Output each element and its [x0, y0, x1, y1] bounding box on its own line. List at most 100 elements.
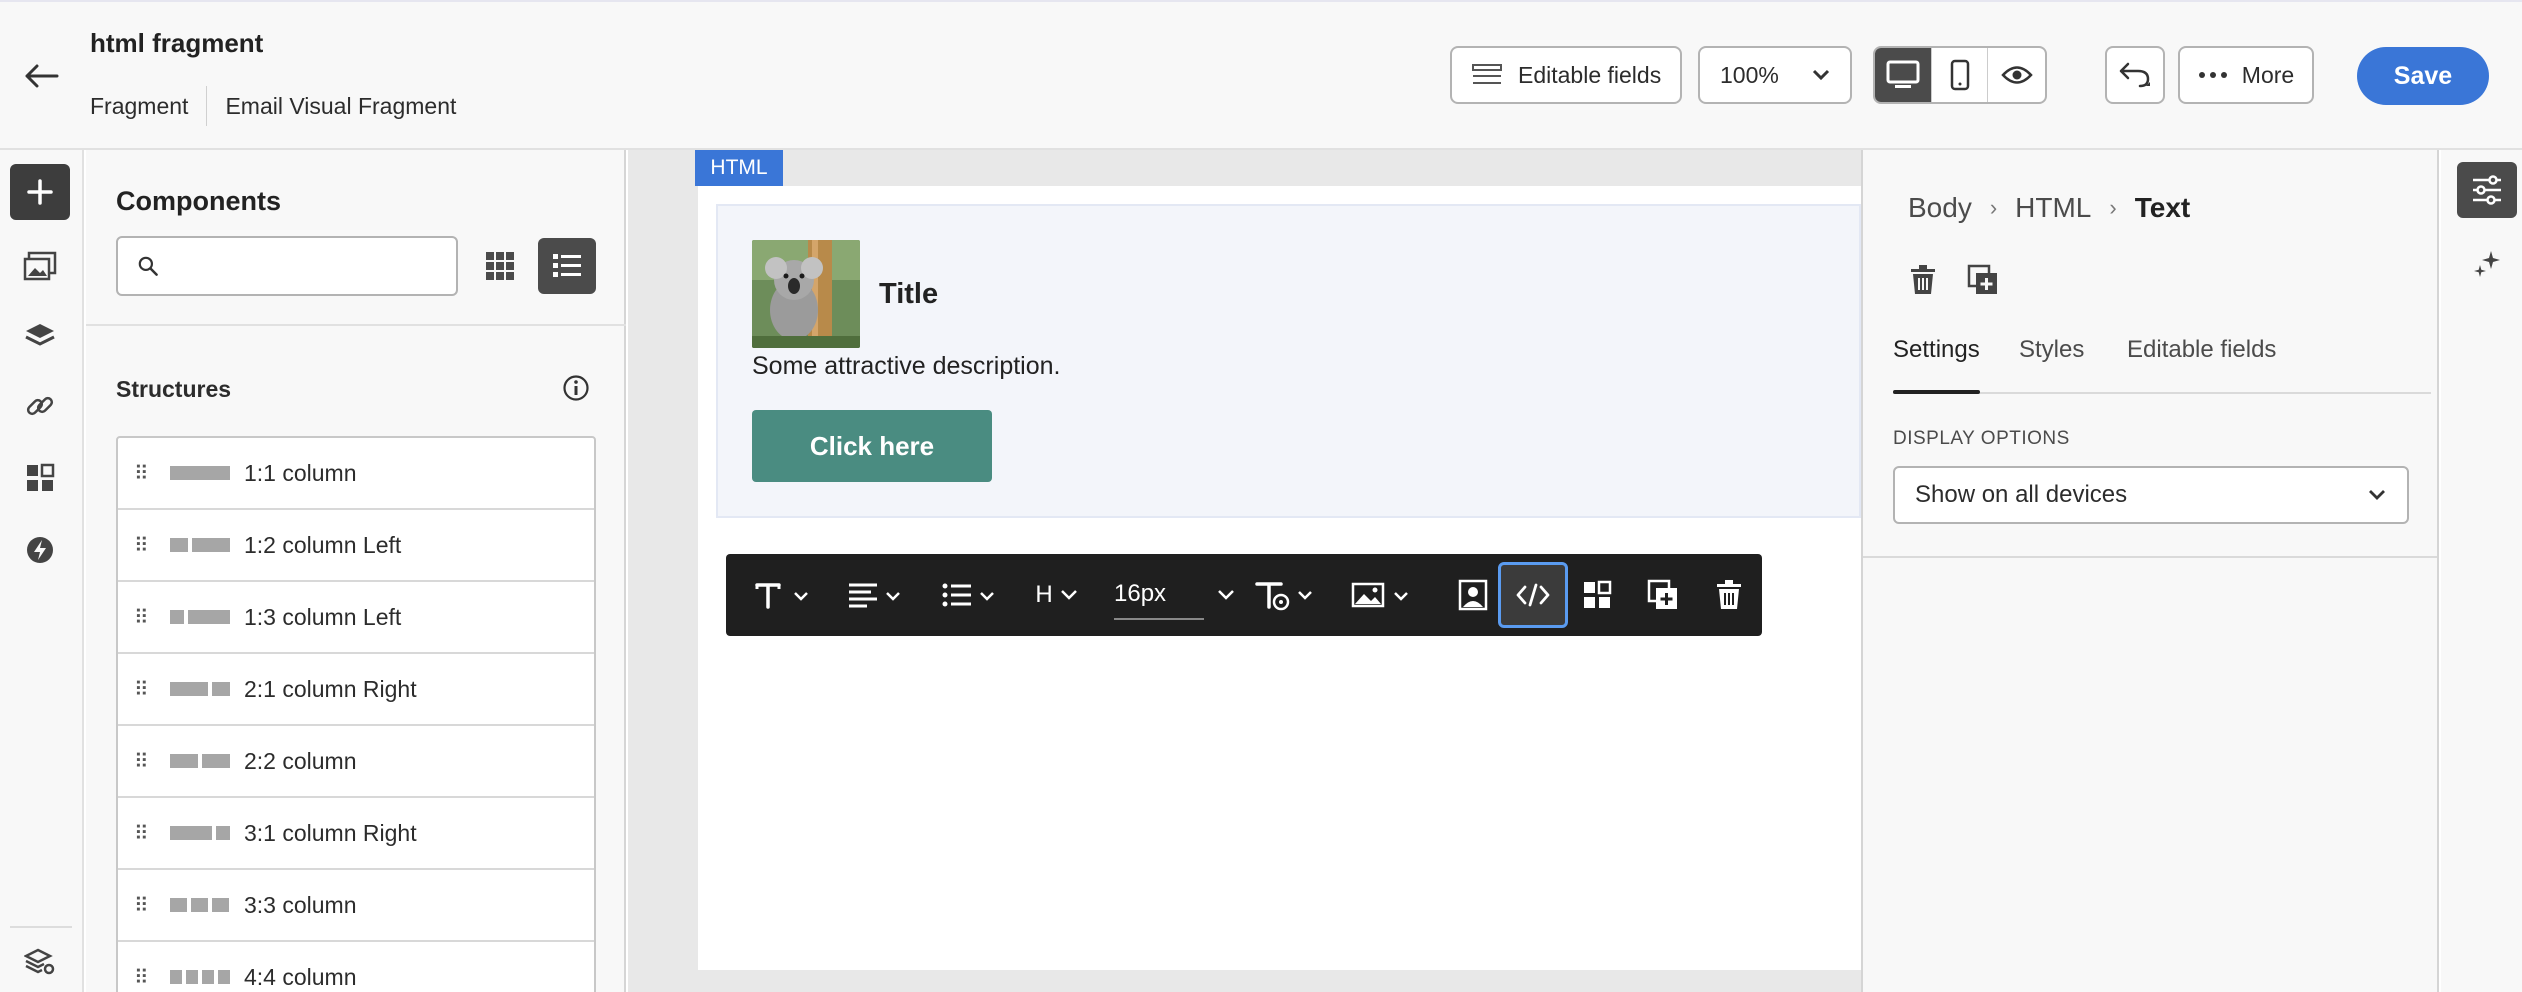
drag-handle-icon[interactable]: ⠿ — [134, 893, 149, 918]
profile-card-button[interactable] — [1448, 554, 1498, 636]
mobile-view-button[interactable] — [1932, 48, 1989, 102]
info-icon[interactable] — [562, 374, 590, 402]
save-button[interactable]: Save — [2357, 47, 2489, 105]
drag-handle-icon[interactable]: ⠿ — [134, 605, 149, 630]
lightning-button[interactable] — [10, 522, 70, 578]
text-format-toolbar: H 16px — [726, 554, 1762, 636]
structures-label: Structures — [116, 376, 232, 402]
layers-settings-button[interactable] — [10, 934, 70, 990]
drag-handle-icon[interactable]: ⠿ — [134, 965, 149, 990]
tab-styles[interactable]: Styles — [2019, 336, 2084, 392]
trash-icon — [1717, 580, 1741, 609]
personalization-dropdown[interactable] — [1252, 554, 1326, 636]
list-dropdown[interactable] — [938, 554, 1008, 636]
rail-divider — [10, 926, 72, 928]
display-options-label: DISPLAY OPTIONS — [1893, 428, 2070, 449]
desktop-view-button[interactable] — [1875, 48, 1932, 102]
click-here-button[interactable]: Click here — [752, 410, 992, 482]
font-size-value: 16px — [1114, 580, 1167, 607]
structures-list: ⠿ 1:1 column ⠿ 1:2 column Left ⠿ 1:3 col… — [116, 436, 596, 992]
block-title[interactable]: Title — [879, 278, 938, 311]
structure-item-2-2[interactable]: ⠿ 2:2 column — [118, 726, 594, 798]
structure-item-2-1-right[interactable]: ⠿ 2:1 column Right — [118, 654, 594, 726]
chevron-down-icon — [2369, 490, 2385, 500]
search-field[interactable] — [116, 236, 458, 296]
delete-button[interactable] — [1704, 554, 1754, 636]
sparkle-icon — [2474, 251, 2500, 277]
list-lines-icon — [1472, 64, 1502, 84]
drag-handle-icon[interactable]: ⠿ — [134, 677, 149, 702]
structure-item-1-3-left[interactable]: ⠿ 1:3 column Left — [118, 582, 594, 654]
grid-view-button[interactable] — [478, 244, 522, 288]
font-size-dropdown[interactable] — [1206, 554, 1246, 636]
html-component-tag[interactable]: HTML — [695, 150, 783, 186]
ai-assistant-button[interactable] — [2457, 236, 2517, 292]
list-view-button[interactable] — [538, 238, 596, 294]
editor-canvas[interactable]: HTML Title Some attractive description. … — [628, 150, 1861, 992]
structure-label: 2:1 column Right — [244, 675, 417, 702]
structure-thumbnail — [170, 610, 230, 624]
more-button[interactable]: More — [2178, 46, 2314, 104]
structure-thumbnail — [170, 538, 230, 552]
duplicate-element-button[interactable] — [1963, 260, 2003, 300]
image-icon — [1351, 582, 1408, 608]
drag-handle-icon[interactable]: ⠿ — [134, 821, 149, 846]
structure-item-3-3[interactable]: ⠿ 3:3 column — [118, 870, 594, 942]
align-dropdown[interactable] — [844, 554, 914, 636]
fragments-button[interactable] — [10, 450, 70, 506]
links-button[interactable] — [10, 378, 70, 434]
image-dropdown[interactable] — [1348, 554, 1422, 636]
delete-element-button[interactable] — [1903, 260, 1943, 300]
structure-item-3-1-right[interactable]: ⠿ 3:1 column Right — [118, 798, 594, 870]
drag-handle-icon[interactable]: ⠿ — [134, 461, 149, 486]
structure-thumbnail — [170, 970, 230, 984]
html-code-button[interactable] — [1498, 562, 1568, 628]
breadcrumb-fragment[interactable]: Fragment — [90, 93, 188, 120]
fragment-button[interactable] — [1572, 554, 1622, 636]
breadcrumb-body[interactable]: Body — [1908, 192, 1972, 224]
structure-thumbnail — [170, 682, 230, 696]
undo-button[interactable] — [2105, 46, 2165, 104]
grid-blocks-icon — [1584, 580, 1612, 608]
breadcrumb-email-visual-fragment[interactable]: Email Visual Fragment — [225, 93, 456, 120]
structure-item-1-2-left[interactable]: ⠿ 1:2 column Left — [118, 510, 594, 582]
structure-label: 1:2 column Left — [244, 531, 402, 558]
koala-image[interactable] — [752, 240, 860, 348]
duplicate-icon — [1647, 579, 1677, 609]
font-size-field[interactable]: 16px — [1114, 570, 1204, 620]
back-arrow-icon[interactable] — [20, 58, 64, 94]
undo-icon — [2119, 62, 2150, 88]
mobile-icon — [1950, 59, 1969, 91]
structure-item-1-1[interactable]: ⠿ 1:1 column — [118, 438, 594, 510]
structure-thumbnail — [170, 466, 230, 480]
drag-handle-icon[interactable]: ⠿ — [134, 749, 149, 774]
text-style-dropdown[interactable] — [750, 554, 820, 636]
editable-fields-button[interactable]: Editable fields — [1450, 46, 1682, 104]
chevron-down-icon — [1812, 69, 1830, 81]
structure-item-4-4[interactable]: ⠿ 4:4 column — [118, 942, 594, 992]
block-description[interactable]: Some attractive description. — [752, 352, 1060, 381]
tab-editable-fields[interactable]: Editable fields — [2127, 336, 2276, 392]
assets-button[interactable] — [10, 238, 70, 294]
display-options-select[interactable]: Show on all devices — [1893, 466, 2409, 524]
drag-handle-icon[interactable]: ⠿ — [134, 533, 149, 558]
properties-button[interactable] — [2457, 162, 2517, 218]
breadcrumb: Fragment Email Visual Fragment — [90, 86, 456, 126]
structure-label: 1:1 column — [244, 459, 357, 486]
structure-label: 2:2 column — [244, 747, 357, 774]
list-view-icon — [553, 254, 581, 277]
breadcrumb-html[interactable]: HTML — [2015, 192, 2091, 224]
duplicate-button[interactable] — [1638, 554, 1688, 636]
layers-button[interactable] — [10, 308, 70, 364]
zoom-select[interactable]: 100% — [1698, 46, 1852, 104]
add-component-button[interactable] — [10, 164, 70, 220]
chevron-right-icon: › — [2109, 195, 2117, 220]
breadcrumb-divider — [206, 86, 208, 126]
document-title: html fragment — [90, 28, 264, 58]
grid-blocks-icon — [27, 463, 55, 491]
tab-settings[interactable]: Settings — [1893, 336, 1980, 394]
zoom-value: 100% — [1720, 61, 1779, 88]
preview-button[interactable] — [1988, 48, 2045, 102]
search-input[interactable] — [168, 238, 456, 294]
heading-dropdown[interactable]: H — [1032, 554, 1082, 636]
